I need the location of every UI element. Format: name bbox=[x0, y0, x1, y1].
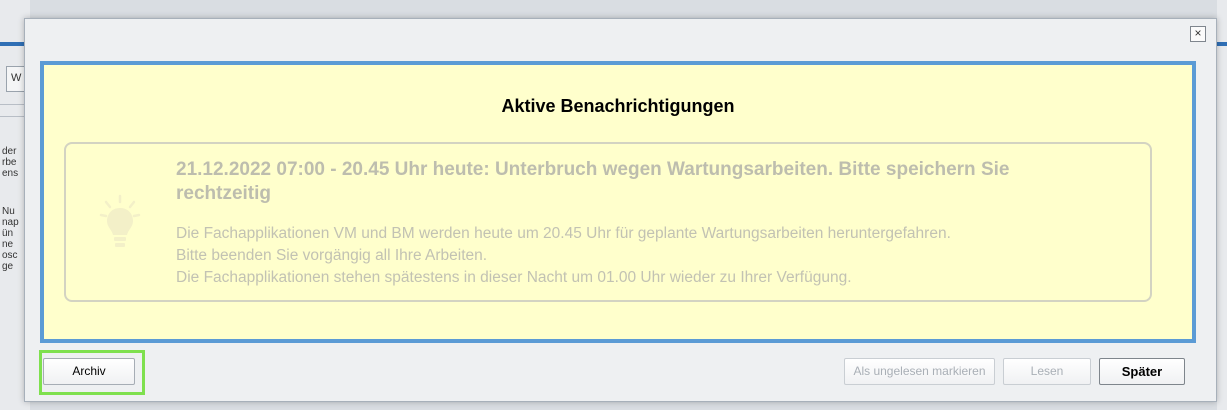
notification-title: 21.12.2022 07:00 - 20.45 Uhr heute: Unte… bbox=[176, 159, 1010, 204]
background-text: rbe bbox=[2, 157, 17, 168]
background-text: nap bbox=[2, 217, 19, 228]
background-text: Nu bbox=[2, 206, 15, 217]
later-button[interactable]: Später bbox=[1099, 358, 1185, 385]
background-text: ens bbox=[2, 168, 19, 179]
close-icon: × bbox=[1194, 26, 1202, 40]
dialog-title: Aktive Benachrichtigungen bbox=[501, 96, 735, 116]
background-text: ne bbox=[2, 239, 14, 250]
notification-body: Die Fachapplikationen VM und BM werden h… bbox=[176, 223, 1146, 289]
archive-button[interactable]: Archiv bbox=[43, 358, 135, 385]
notification-body-line: Bitte beenden Sie vorgängig all Ihre Arb… bbox=[176, 247, 488, 264]
background-app-right bbox=[1217, 0, 1227, 410]
notification-body-line: Die Fachapplikationen stehen spätestens … bbox=[176, 269, 852, 286]
background-text: osc bbox=[2, 250, 18, 261]
close-button[interactable]: × bbox=[1190, 26, 1206, 42]
notification-body-line: Die Fachapplikationen VM und BM werden h… bbox=[176, 225, 951, 242]
background-text: ün bbox=[2, 228, 14, 239]
read-button[interactable]: Lesen bbox=[1003, 358, 1091, 385]
lightbulb-icon bbox=[99, 194, 141, 247]
notification-card: 21.12.2022 07:00 - 20.45 Uhr heute: Unte… bbox=[64, 142, 1152, 302]
mark-unread-button[interactable]: Als ungelesen markieren bbox=[844, 358, 995, 385]
background-header-bar bbox=[1217, 42, 1227, 46]
background-text: der bbox=[2, 146, 17, 157]
notifications-dialog: × Aktive Benachrichtigungen 21.12.2022 0… bbox=[24, 18, 1217, 402]
notifications-panel: Aktive Benachrichtigungen 21.12.2022 07:… bbox=[40, 61, 1196, 343]
background-text: ge bbox=[2, 261, 14, 272]
